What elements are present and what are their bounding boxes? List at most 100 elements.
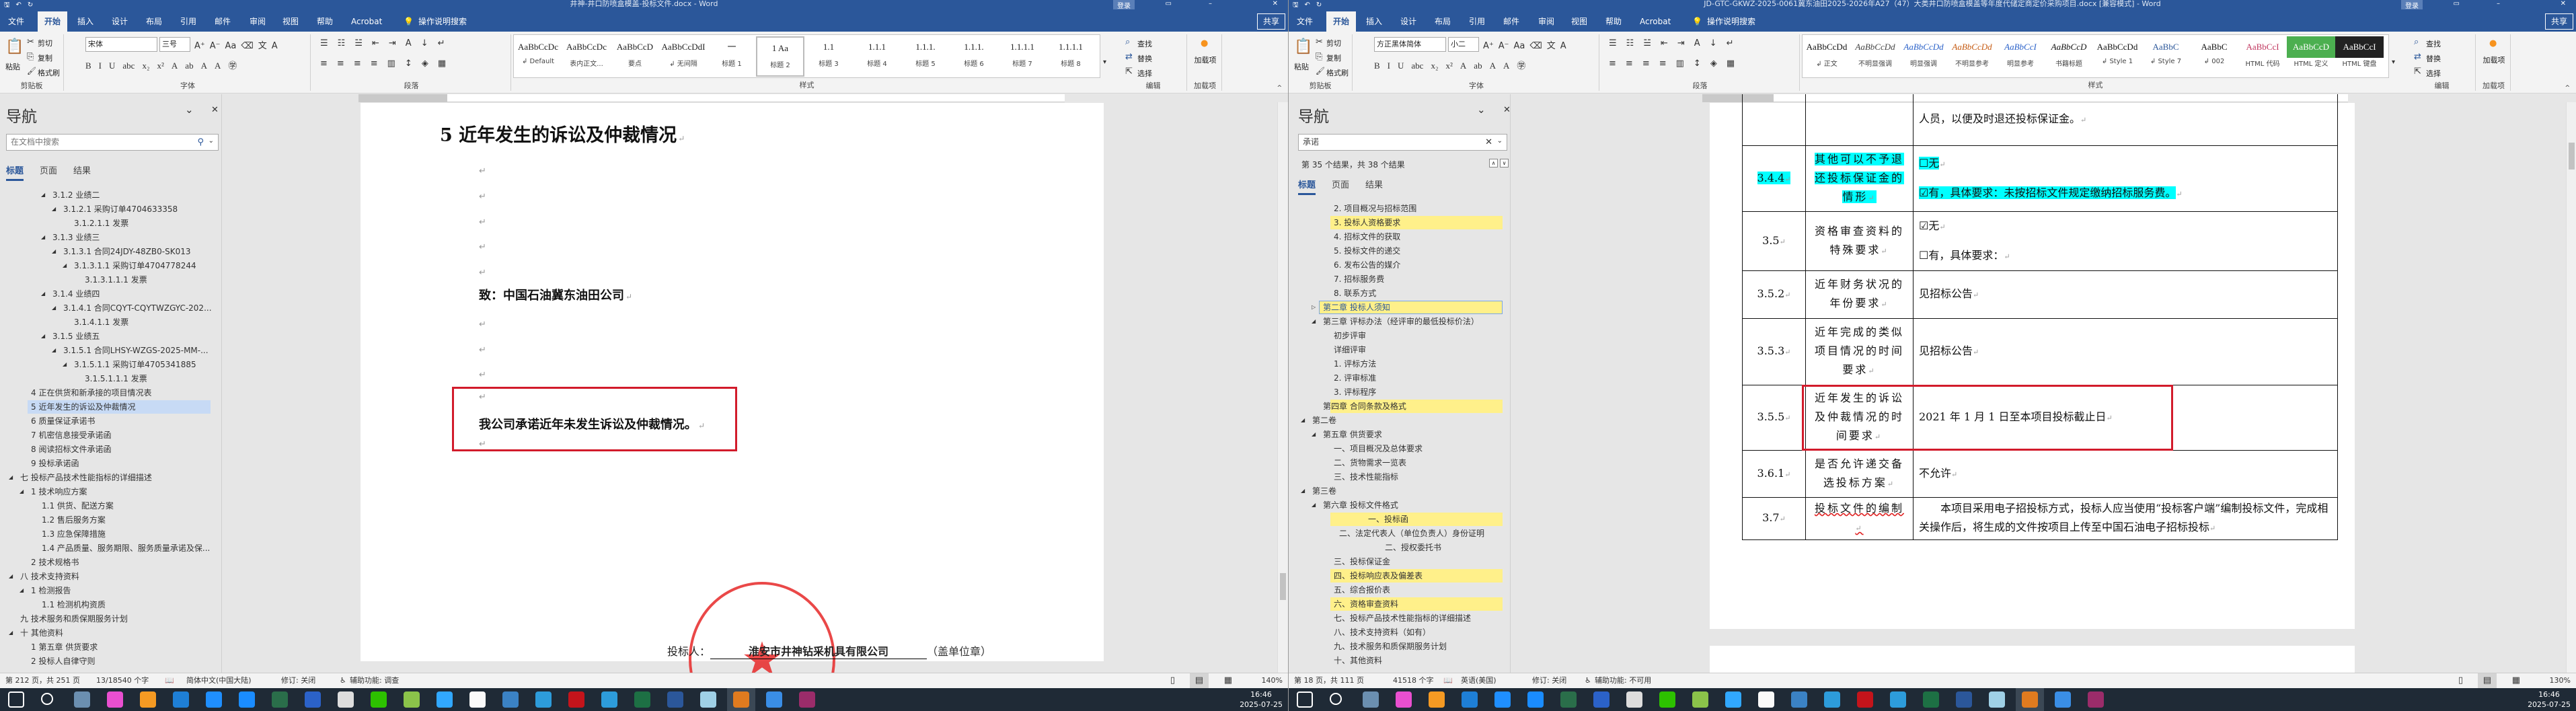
previous-result-button[interactable]: ∧	[1489, 159, 1498, 167]
copy-button[interactable]: 复制	[38, 52, 52, 63]
acrobat-app-icon[interactable]	[1857, 691, 1873, 708]
tab-0[interactable]: 文件	[5, 11, 27, 32]
enclose-char-icon[interactable]: ㊫	[228, 59, 237, 71]
nav-heading-item[interactable]: 5 近年发生的诉讼及仲裁情况	[0, 400, 222, 414]
clause-content-cell[interactable]: ☐无 ☑有，具体要求：未按招标文件规定缴纳招标服务费。	[1913, 145, 2338, 212]
search-icon[interactable]	[1330, 693, 1342, 705]
asian-layout-icon[interactable]: A	[406, 38, 412, 48]
page-count[interactable]: 第 212 页，共 251 页	[5, 673, 80, 688]
clause-content-cell[interactable]: 本项目采用电子招投标方式，投标人应当使用“投标客户端”编制投标文件，完成相关操作…	[1913, 497, 2338, 540]
expanded-triangle-icon[interactable]: ◢	[41, 188, 45, 202]
nav-heading-item[interactable]: ◢ 第三章 评标办法（经评审的最低投标价法）	[1289, 315, 1511, 328]
vertical-scrollbar[interactable]	[2566, 102, 2576, 673]
font-name-select[interactable]: 宋体	[85, 37, 157, 52]
style-3[interactable]: AaBbCcDdI ↲ 无间隔	[659, 36, 708, 77]
style-5[interactable]: AaBbCcD 书籍标题	[2045, 36, 2093, 77]
nav-heading-item[interactable]: ◢ 第六章 投标文件格式	[1289, 498, 1511, 512]
style-4[interactable]: 一标题 1	[708, 36, 756, 77]
nav-heading-item[interactable]: 三、投标保证金	[1289, 555, 1511, 568]
clear-search-icon[interactable]: ✕	[1485, 135, 1492, 150]
grow-font-icon[interactable]: A⁺	[194, 41, 205, 51]
char-shading-icon[interactable]: A	[215, 61, 221, 71]
nav-heading-item[interactable]: 1.2 售后服务方案	[0, 513, 222, 527]
nav-heading-item[interactable]: ◢ 3.1.4 业绩四	[0, 287, 222, 301]
addins-icon[interactable]: ●	[1201, 38, 1208, 48]
qq-browser-app-icon[interactable]	[1890, 691, 1906, 708]
replace-button[interactable]: 替换	[2426, 53, 2441, 64]
nav-heading-item[interactable]: 1.4 产品质量、服务期限、服务质量承诺及保...	[0, 541, 222, 555]
nav-heading-item[interactable]: 一、项目概况及总体要求	[1289, 442, 1511, 455]
expanded-triangle-icon[interactable]: ◢	[63, 259, 67, 272]
nav-heading-item[interactable]: 七、投标产品技术性能指标的详细描述	[1289, 611, 1511, 625]
increase-indent-icon[interactable]: ⇥	[389, 38, 396, 48]
expanded-triangle-icon[interactable]: ◢	[52, 344, 56, 357]
minimize-icon[interactable]: –	[2497, 0, 2500, 7]
style-7[interactable]: 1.1.1 标题 4	[853, 36, 901, 77]
expanded-triangle-icon[interactable]: ◢	[1301, 414, 1305, 427]
dark-app-icon[interactable]	[1560, 691, 1577, 708]
paste-icon[interactable]: 📋	[5, 38, 24, 55]
grow-font-icon[interactable]: A⁺	[1483, 41, 1494, 51]
style-11[interactable]: 1.1.1.1 标题 8	[1047, 36, 1095, 77]
copy-icon[interactable]: ⎘	[27, 52, 34, 62]
language-indicator[interactable]: 英语(美国)	[1461, 673, 1497, 688]
tab-10[interactable]: Acrobat	[348, 11, 385, 32]
dots-app-icon[interactable]	[1462, 691, 1478, 708]
close-icon[interactable]: ✕	[1273, 0, 1278, 7]
nav-heading-item[interactable]: 8 阅读招标文件承诺函	[0, 443, 222, 456]
clear-format-icon[interactable]: ⌫	[241, 41, 253, 51]
acrobat-app-icon[interactable]	[568, 691, 584, 708]
qq-app-icon[interactable]	[469, 691, 486, 708]
bullets-icon[interactable]: ☰	[1609, 38, 1617, 48]
nav-heading-item[interactable]: 二、货物需求一览表	[1289, 456, 1511, 470]
qq-browser-app-icon[interactable]	[601, 691, 617, 708]
nav-heading-item[interactable]: ◢ 3.1.3.1.1 采购订单4704778244	[0, 259, 222, 272]
nav-heading-item[interactable]: ◢ 3.1.5.1 合同LHSY-WZGS-2025-MM-...	[0, 344, 222, 357]
windows-start-icon[interactable]	[8, 691, 24, 708]
xit-app-icon[interactable]	[502, 691, 519, 708]
style-6[interactable]: 1.1 标题 3	[804, 36, 853, 77]
nav-heading-item[interactable]: ◢ 3.1.2.1 采购订单4704633358	[0, 202, 222, 216]
expanded-triangle-icon[interactable]: ◢	[1312, 428, 1316, 441]
tab-6[interactable]: 邮件	[1501, 11, 1522, 32]
web-layout-icon[interactable]: ▦	[2512, 673, 2520, 688]
word-app-icon[interactable]	[667, 691, 683, 708]
tab-1[interactable]: 开始	[1326, 11, 1357, 32]
clear-format-icon[interactable]: ⌫	[1529, 41, 1542, 51]
zoom-level[interactable]: 130%	[2550, 673, 2571, 688]
tab-7[interactable]: 审阅	[247, 11, 268, 32]
text-effects-icon[interactable]: A	[1460, 61, 1466, 71]
nav-tab-1[interactable]: 页面	[40, 163, 57, 176]
ribbon-display-icon[interactable]: ▭	[2454, 0, 2460, 7]
select-icon[interactable]: ⇱	[2414, 67, 2421, 77]
decrease-indent-icon[interactable]: ⇤	[1661, 38, 1668, 48]
tab-4[interactable]: 布局	[143, 11, 165, 32]
font-size-select[interactable]: 三号	[159, 37, 190, 52]
tab-5[interactable]: 引用	[1466, 11, 1488, 32]
tab-2[interactable]: 插入	[75, 11, 96, 32]
nav-heading-item[interactable]: 六、资格审查资料	[1289, 597, 1511, 611]
taskbar-clock[interactable]: 16:46 2025-07-25	[2528, 689, 2571, 710]
nav-heading-item[interactable]: 3.1.4.1.1 发票	[0, 315, 222, 329]
italic-icon[interactable]: I	[99, 61, 102, 71]
collapse-ribbon-icon[interactable]: ^	[2565, 85, 2570, 91]
addins-icon[interactable]: ●	[2489, 38, 2497, 48]
nav-heading-item[interactable]: ◢ 第五章 供货要求	[1289, 428, 1511, 441]
dots-app-icon[interactable]	[173, 691, 189, 708]
superscript-icon[interactable]: x²	[157, 61, 164, 71]
nav-heading-item[interactable]: 4 正在供货和新承接的项目情况表	[0, 386, 222, 400]
nav-heading-item[interactable]: 2. 项目概况与招标范围	[1289, 202, 1511, 215]
nav-heading-item[interactable]: ◢ 第二卷	[1289, 414, 1511, 427]
camera-app-icon[interactable]	[140, 691, 156, 708]
nav-tab-2[interactable]: 结果	[1365, 178, 1383, 190]
print-layout-icon[interactable]: ▤	[2477, 673, 2497, 688]
expanded-triangle-icon[interactable]: ◢	[9, 626, 13, 640]
style-2[interactable]: AaBbCcD 要点	[611, 36, 659, 77]
excel-app-icon[interactable]	[634, 691, 650, 708]
select-button[interactable]: 选择	[2426, 68, 2441, 79]
nav-heading-item[interactable]: 1 第五章 供货要求	[0, 640, 222, 654]
borders-icon[interactable]: ▦	[438, 59, 446, 69]
search-icon[interactable]	[41, 693, 53, 705]
change-case-icon[interactable]: Aa	[1514, 41, 1525, 51]
cut-icon[interactable]: ✂	[1316, 37, 1323, 47]
